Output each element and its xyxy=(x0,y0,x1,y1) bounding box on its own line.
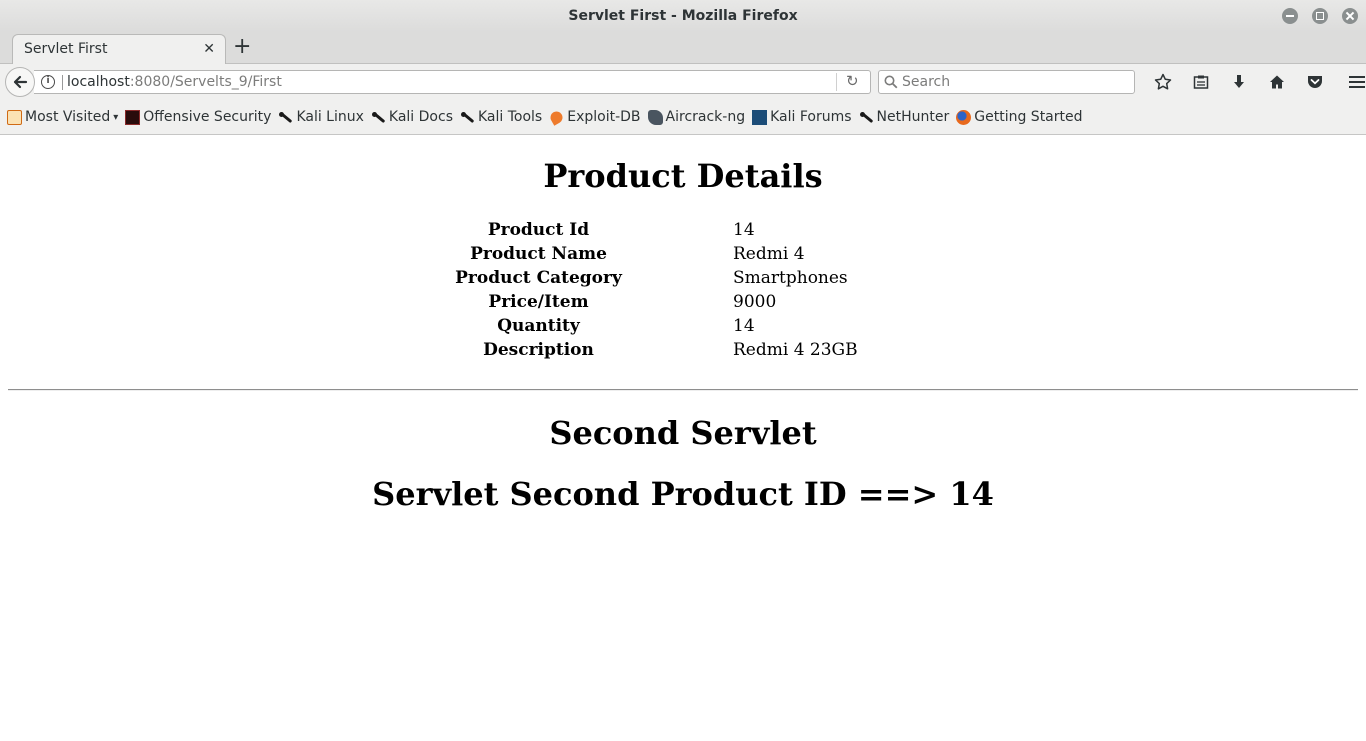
tab-servlet-first[interactable]: Servlet First ✕ xyxy=(12,34,226,65)
window-title: Servlet First - Mozilla Firefox xyxy=(568,8,798,24)
table-row: Product Name Redmi 4 xyxy=(446,242,858,266)
bookmark-label: Exploit-DB xyxy=(567,109,641,125)
bookmark-label: Kali Docs xyxy=(388,109,453,125)
row-value: Redmi 4 xyxy=(733,244,805,264)
menu-icon[interactable] xyxy=(1338,71,1366,93)
maximize-icon[interactable] xyxy=(1312,8,1328,24)
bookmark-label: Kali Forums xyxy=(770,109,852,125)
back-button[interactable] xyxy=(5,67,35,97)
second-servlet-heading: Second Servlet xyxy=(549,414,817,452)
row-label: Price/Item xyxy=(488,292,589,312)
row-value: 9000 xyxy=(733,292,777,312)
row-value: Smartphones xyxy=(733,268,848,288)
search-bar[interactable]: Search xyxy=(878,70,1135,94)
divider xyxy=(8,389,1358,391)
back-arrow-icon xyxy=(13,75,28,89)
reload-icon[interactable]: ↻ xyxy=(846,72,859,90)
bookmark-label: NetHunter xyxy=(876,109,950,125)
kali-icon xyxy=(278,110,293,125)
folder-icon xyxy=(7,109,22,125)
bookmark-exploit-db[interactable]: Exploit-DB xyxy=(548,108,641,126)
kali-icon xyxy=(460,110,475,125)
reload-separator xyxy=(836,73,837,91)
bookmark-label: Offensive Security xyxy=(143,109,272,125)
row-label: Quantity xyxy=(497,316,580,336)
reading-list-icon[interactable] xyxy=(1182,71,1220,93)
bookmark-offensive-security[interactable]: Offensive Security xyxy=(125,109,271,125)
product-id-heading: Servlet Second Product ID ==> 14 xyxy=(372,475,994,513)
downloads-icon[interactable] xyxy=(1220,71,1258,93)
url-path: :8080/Servelts_9/First xyxy=(129,74,282,90)
pocket-icon[interactable] xyxy=(1296,71,1334,93)
url-bar[interactable]: i localhost:8080/Servelts_9/First ↻ xyxy=(34,70,871,94)
table-row: Product Category Smartphones xyxy=(446,266,858,290)
table-row: Product Id 14 xyxy=(446,218,858,242)
page-content: Product Details Product Id 14 Product Na… xyxy=(0,136,1366,741)
bookmark-most-visited[interactable]: Most Visited ▾ xyxy=(7,109,118,125)
row-value: 14 xyxy=(733,220,755,240)
row-label: Product Id xyxy=(487,220,590,240)
home-icon[interactable] xyxy=(1258,71,1296,93)
minimize-icon[interactable] xyxy=(1282,8,1298,24)
window-controls xyxy=(1282,8,1358,24)
search-placeholder: Search xyxy=(902,74,951,90)
page-title: Product Details xyxy=(543,157,823,195)
bookmark-kali-tools[interactable]: Kali Tools xyxy=(460,109,542,125)
aircrack-icon xyxy=(647,109,663,125)
row-value: Redmi 4 23GB xyxy=(733,340,858,360)
tab-label: Servlet First xyxy=(24,41,108,57)
table-row: Quantity 14 xyxy=(446,314,858,338)
bookmark-label: Getting Started xyxy=(974,109,1083,125)
tab-close-icon[interactable]: ✕ xyxy=(203,35,215,63)
tab-strip: Servlet First ✕ + xyxy=(0,32,1366,65)
bookmark-label: Kali Linux xyxy=(296,109,364,125)
table-row: Price/Item 9000 xyxy=(446,290,858,314)
url-separator xyxy=(62,75,63,90)
row-value: 14 xyxy=(733,316,755,336)
bookmark-star-icon[interactable] xyxy=(1144,71,1182,93)
new-tab-icon[interactable]: + xyxy=(233,36,251,58)
bookmarks-bar: Most Visited ▾ Offensive Security Kali L… xyxy=(0,100,1366,135)
title-bar: Servlet First - Mozilla Firefox xyxy=(0,0,1366,32)
bookmark-label: Kali Tools xyxy=(478,109,543,125)
url-text[interactable]: localhost:8080/Servelts_9/First xyxy=(67,74,282,90)
offsec-icon xyxy=(125,109,141,125)
kali-icon xyxy=(859,110,874,125)
bookmark-nethunter[interactable]: NetHunter xyxy=(859,109,950,125)
table-row: Description Redmi 4 23GB xyxy=(446,338,858,362)
row-label: Product Name xyxy=(470,244,607,264)
firefox-icon xyxy=(956,109,972,125)
bookmark-aircrack-ng[interactable]: Aircrack-ng xyxy=(647,109,746,125)
row-label: Description xyxy=(483,340,594,360)
row-label: Product Category xyxy=(455,268,622,288)
toolbar-icons xyxy=(1144,71,1366,93)
bookmark-label: Most Visited xyxy=(25,109,111,125)
site-info-icon[interactable]: i xyxy=(41,75,55,89)
bookmark-kali-linux[interactable]: Kali Linux xyxy=(278,109,364,125)
kali-icon xyxy=(371,110,386,125)
bookmark-kali-docs[interactable]: Kali Docs xyxy=(371,109,453,125)
product-details-table: Product Id 14 Product Name Redmi 4 Produ… xyxy=(446,218,858,362)
close-window-icon[interactable] xyxy=(1342,8,1358,24)
navigation-bar: i localhost:8080/Servelts_9/First ↻ Sear… xyxy=(0,64,1366,100)
chevron-down-icon: ▾ xyxy=(113,111,119,123)
bookmark-kali-forums[interactable]: Kali Forums xyxy=(752,109,852,125)
url-host: localhost xyxy=(67,74,130,90)
search-icon xyxy=(884,75,898,89)
exploit-db-icon xyxy=(548,108,565,126)
bookmark-getting-started[interactable]: Getting Started xyxy=(956,109,1083,125)
kali-forums-icon xyxy=(752,109,768,125)
bookmark-label: Aircrack-ng xyxy=(665,109,746,125)
